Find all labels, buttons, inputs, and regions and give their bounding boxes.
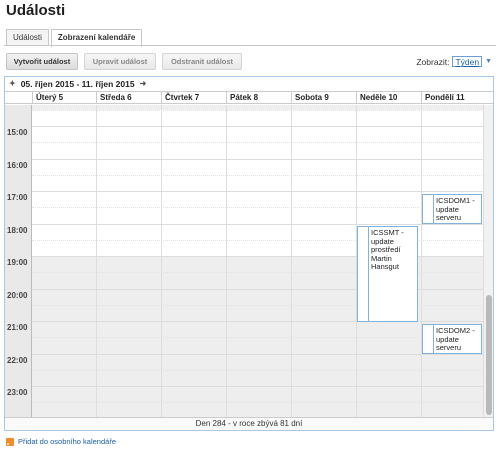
hour-label: 15:00	[7, 128, 28, 137]
day-header[interactable]: Čtvrtek 7	[161, 92, 226, 104]
day-header[interactable]: Neděle 10	[356, 92, 421, 104]
chevron-down-icon[interactable]: ▼	[485, 58, 492, 65]
day-column	[161, 105, 162, 418]
hour-label: 20:00	[7, 291, 28, 300]
next-week-icon[interactable]: ➜	[140, 77, 147, 91]
hour-label: 22:00	[7, 356, 28, 365]
day-column	[226, 105, 227, 418]
rss-link-label[interactable]: Přidat do osobního kalendáře	[18, 437, 116, 446]
view-select[interactable]: Týden	[452, 56, 483, 67]
grid-line	[32, 159, 484, 160]
hour-label: 19:00	[7, 258, 28, 267]
view-label: Zobrazit:	[416, 56, 450, 67]
day-of-year-status: Den 284 - v roce zbývá 81 dní	[5, 417, 493, 430]
day-column	[96, 105, 97, 418]
grid-line	[32, 337, 484, 338]
day-header[interactable]: Pondělí 11	[421, 92, 484, 104]
hour-label: 16:00	[7, 161, 28, 170]
hour-label: 17:00	[7, 193, 28, 202]
view-switcher: Zobrazit: Týden ▼	[416, 56, 492, 67]
prev-week-icon[interactable]: ✦	[9, 77, 16, 91]
day-column	[421, 105, 422, 418]
grid-line	[32, 386, 484, 387]
hour-label: 21:00	[7, 323, 28, 332]
grid-line	[32, 126, 484, 127]
tab-events[interactable]: Události	[6, 29, 49, 46]
page-title: Události	[6, 2, 66, 19]
scrollbar-thumb[interactable]	[486, 295, 492, 415]
grid-line	[32, 110, 484, 111]
calendar-event[interactable]: ICSDOM1 - update serveru	[422, 194, 482, 224]
grid-line	[32, 175, 484, 176]
calendar-event[interactable]: ICSSMT - update prostředí Martin Hansgut	[357, 226, 418, 322]
day-header[interactable]: Sobota 9	[291, 92, 356, 104]
hour-label: 18:00	[7, 226, 28, 235]
day-header[interactable]: Úterý 5	[32, 92, 96, 104]
calendar: ✦ 05. říjen 2015 - 11. říjen 2015 ➜ Úter…	[4, 76, 494, 431]
rss-subscribe-link[interactable]: Přidat do osobního kalendáře	[6, 437, 116, 446]
grid-line	[32, 142, 484, 143]
grid-line	[32, 370, 484, 371]
grid-line	[32, 402, 484, 403]
grid-line	[32, 224, 484, 225]
grid-line	[32, 354, 484, 355]
create-event-button[interactable]: Vytvořit událost	[6, 53, 78, 70]
grid-line	[32, 191, 484, 192]
grid-line	[32, 207, 484, 208]
day-header[interactable]: Pátek 8	[226, 92, 291, 104]
calendar-nav: ✦ 05. říjen 2015 - 11. říjen 2015 ➜	[5, 77, 493, 91]
date-range: 05. říjen 2015 - 11. říjen 2015	[20, 79, 135, 89]
tab-divider	[4, 45, 496, 46]
time-grid[interactable]: 15:00 16:00 17:00 18:00 19:00 20:00 21:0…	[5, 105, 484, 418]
hour-label: 23:00	[7, 388, 28, 397]
tab-bar: Události Zobrazení kalendáře	[6, 29, 144, 47]
day-header-row: Úterý 5 Středa 6 Čtvrtek 7 Pátek 8 Sobot…	[5, 91, 493, 104]
scrollbar[interactable]	[483, 105, 493, 418]
rss-icon	[6, 437, 14, 446]
delete-event-button[interactable]: Odstranit událost	[162, 53, 242, 70]
day-header[interactable]: Středa 6	[96, 92, 161, 104]
calendar-event[interactable]: ICSDOM2 - update serveru	[422, 324, 482, 354]
day-column	[291, 105, 292, 418]
edit-event-button[interactable]: Upravit událost	[84, 53, 156, 70]
